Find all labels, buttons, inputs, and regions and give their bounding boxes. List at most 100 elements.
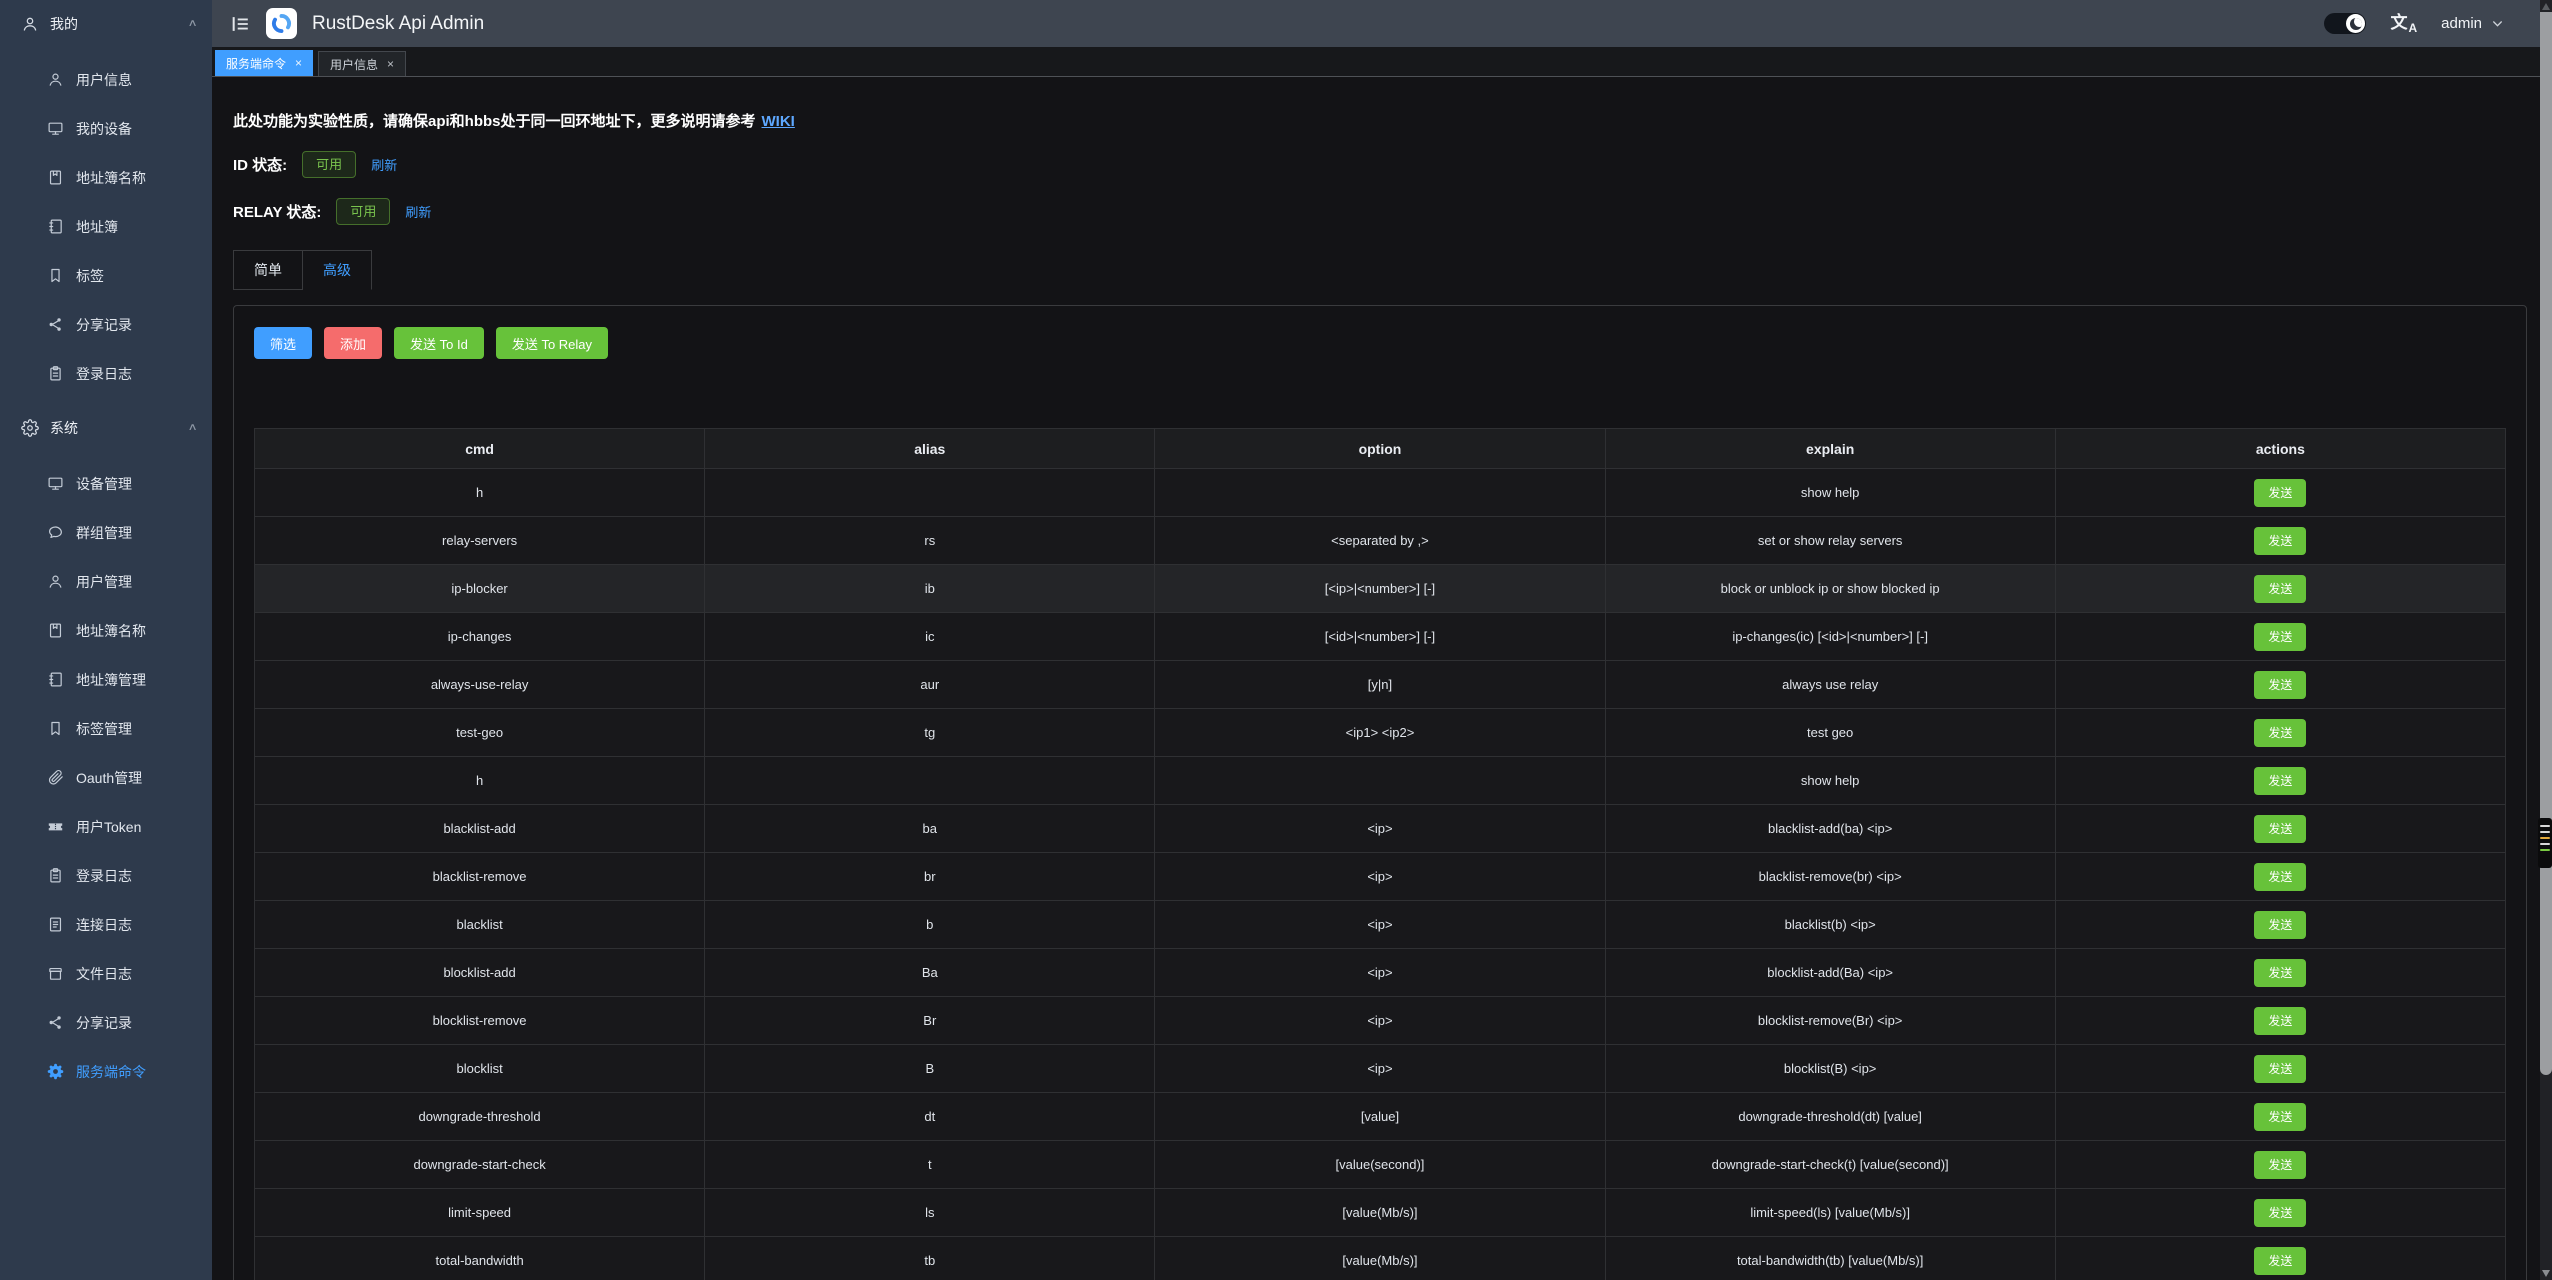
send-button[interactable]: 发送 <box>2254 959 2306 987</box>
wiki-link[interactable]: WIKI <box>762 113 795 130</box>
sidebar-item-my-devices[interactable]: 我的设备 <box>0 104 212 153</box>
cell-option: <ip1> <ip2> <box>1155 709 1605 757</box>
scrollbar-thumb[interactable] <box>2540 12 2552 1075</box>
sidebar-item-group-management[interactable]: 群组管理 <box>0 508 212 557</box>
cell-cmd: test-geo <box>255 709 705 757</box>
sidebar-section-system[interactable]: 系统∧ <box>0 404 212 451</box>
send-button[interactable]: 发送 <box>2254 1151 2306 1179</box>
tab-advanced[interactable]: 高级 <box>303 250 372 290</box>
cell-actions: 发送 <box>2055 1141 2505 1189</box>
table-row: test-geotg<ip1> <ip2>test geo发送 <box>255 709 2506 757</box>
table-row: ip-changesic[<id>|<number>] [-]ip-change… <box>255 613 2506 661</box>
scroll-down-arrow-icon[interactable] <box>2542 1270 2550 1277</box>
cell-explain: set or show relay servers <box>1605 517 2055 565</box>
sidebar-item-user-management[interactable]: 用户管理 <box>0 557 212 606</box>
close-icon[interactable]: × <box>295 57 302 69</box>
cell-alias: b <box>705 901 1155 949</box>
sidebar-item-tags[interactable]: 标签 <box>0 251 212 300</box>
translate-icon[interactable]: 文A <box>2390 14 2417 34</box>
sidebar-item-tag-management[interactable]: 标签管理 <box>0 704 212 753</box>
sidebar-item-share-records-admin[interactable]: 分享记录 <box>0 998 212 1047</box>
sidebar-item-server-commands[interactable]: 服务端命令 <box>0 1047 212 1096</box>
oauth-management-icon <box>47 769 64 786</box>
filter-button[interactable]: 筛选 <box>254 327 312 359</box>
send-to-relay-button[interactable]: 发送 To Relay <box>496 327 608 359</box>
table-row: hshow help发送 <box>255 469 2506 517</box>
sidebar-item-login-logs[interactable]: 登录日志 <box>0 349 212 398</box>
cell-explain: limit-speed(ls) [value(Mb/s)] <box>1605 1189 2055 1237</box>
send-button[interactable]: 发送 <box>2254 1247 2306 1275</box>
sidebar-item-addressbook-name-admin[interactable]: 地址簿名称 <box>0 606 212 655</box>
cell-alias: ba <box>705 805 1155 853</box>
sidebar-collapse-icon[interactable] <box>229 13 251 35</box>
sidebar-section-mine[interactable]: 我的∧ <box>0 0 212 47</box>
route-tab-server-commands[interactable]: 服务端命令× <box>215 50 313 76</box>
rustdesk-logo-icon <box>266 8 297 39</box>
user-menu[interactable]: admin <box>2441 15 2504 32</box>
user-info-icon <box>47 71 64 88</box>
cell-explain: total-bandwidth(tb) [value(Mb/s)] <box>1605 1237 2055 1280</box>
send-button[interactable]: 发送 <box>2254 863 2306 891</box>
sidebar-item-label: 地址簿管理 <box>76 670 146 690</box>
sidebar-item-addressbook-management[interactable]: 地址簿管理 <box>0 655 212 704</box>
cell-actions: 发送 <box>2055 997 2505 1045</box>
cell-explain: always use relay <box>1605 661 2055 709</box>
send-button[interactable]: 发送 <box>2254 815 2306 843</box>
chevron-up-icon: ∧ <box>187 422 197 433</box>
send-button[interactable]: 发送 <box>2254 1055 2306 1083</box>
send-button[interactable]: 发送 <box>2254 1007 2306 1035</box>
send-button[interactable]: 发送 <box>2254 479 2306 507</box>
add-button[interactable]: 添加 <box>324 327 382 359</box>
relay-status-refresh-link[interactable]: 刷新 <box>405 202 431 221</box>
theme-toggle[interactable] <box>2324 13 2366 34</box>
sidebar-item-login-logs-admin[interactable]: 登录日志 <box>0 851 212 900</box>
sidebar-item-user-info[interactable]: 用户信息 <box>0 55 212 104</box>
cell-alias <box>705 757 1155 805</box>
page-scrollbar[interactable] <box>2540 0 2552 1280</box>
command-panel: 筛选添加发送 To Id发送 To Relay cmdaliasoptionex… <box>233 305 2527 1280</box>
id-status-refresh-link[interactable]: 刷新 <box>371 155 397 174</box>
sidebar-item-label: Oauth管理 <box>76 768 142 788</box>
file-logs-icon <box>47 965 64 982</box>
close-icon[interactable]: × <box>387 58 394 70</box>
sidebar-item-device-management[interactable]: 设备管理 <box>0 459 212 508</box>
sidebar-item-share-records[interactable]: 分享记录 <box>0 300 212 349</box>
cell-actions: 发送 <box>2055 853 2505 901</box>
send-button[interactable]: 发送 <box>2254 1199 2306 1227</box>
send-button[interactable]: 发送 <box>2254 575 2306 603</box>
sidebar-item-label: 标签 <box>76 266 104 286</box>
send-button[interactable]: 发送 <box>2254 719 2306 747</box>
cell-alias: rs <box>705 517 1155 565</box>
cell-alias: br <box>705 853 1155 901</box>
sidebar-item-addressbook-name[interactable]: 地址簿名称 <box>0 153 212 202</box>
route-tabbar: 服务端命令×用户信息× <box>212 47 2552 77</box>
mode-tabs: 简单高级 <box>233 250 2527 290</box>
mine-section-icon <box>21 15 39 33</box>
send-button[interactable]: 发送 <box>2254 1103 2306 1131</box>
login-logs-icon <box>47 365 64 382</box>
sidebar-item-addressbook[interactable]: 地址簿 <box>0 202 212 251</box>
tab-simple[interactable]: 简单 <box>233 250 303 290</box>
my-devices-icon <box>47 120 64 137</box>
sidebar-item-connection-logs[interactable]: 连接日志 <box>0 900 212 949</box>
send-button[interactable]: 发送 <box>2254 623 2306 651</box>
sidebar-item-oauth-management[interactable]: Oauth管理 <box>0 753 212 802</box>
sidebar-item-label: 群组管理 <box>76 523 132 543</box>
scroll-minimap-marker <box>2538 818 2552 868</box>
sidebar-item-file-logs[interactable]: 文件日志 <box>0 949 212 998</box>
sidebar-item-label: 分享记录 <box>76 315 132 335</box>
user-token-icon <box>47 818 64 835</box>
send-button[interactable]: 发送 <box>2254 671 2306 699</box>
scroll-up-arrow-icon[interactable] <box>2542 3 2550 10</box>
send-to-id-button[interactable]: 发送 To Id <box>394 327 484 359</box>
sidebar-item-user-token[interactable]: 用户Token <box>0 802 212 851</box>
cell-cmd: ip-changes <box>255 613 705 661</box>
send-button[interactable]: 发送 <box>2254 767 2306 795</box>
cell-actions: 发送 <box>2055 517 2505 565</box>
route-tab-user-info[interactable]: 用户信息× <box>318 51 406 76</box>
cell-explain: show help <box>1605 469 2055 517</box>
cell-cmd: blacklist-add <box>255 805 705 853</box>
sidebar-item-label: 文件日志 <box>76 964 132 984</box>
send-button[interactable]: 发送 <box>2254 911 2306 939</box>
send-button[interactable]: 发送 <box>2254 527 2306 555</box>
